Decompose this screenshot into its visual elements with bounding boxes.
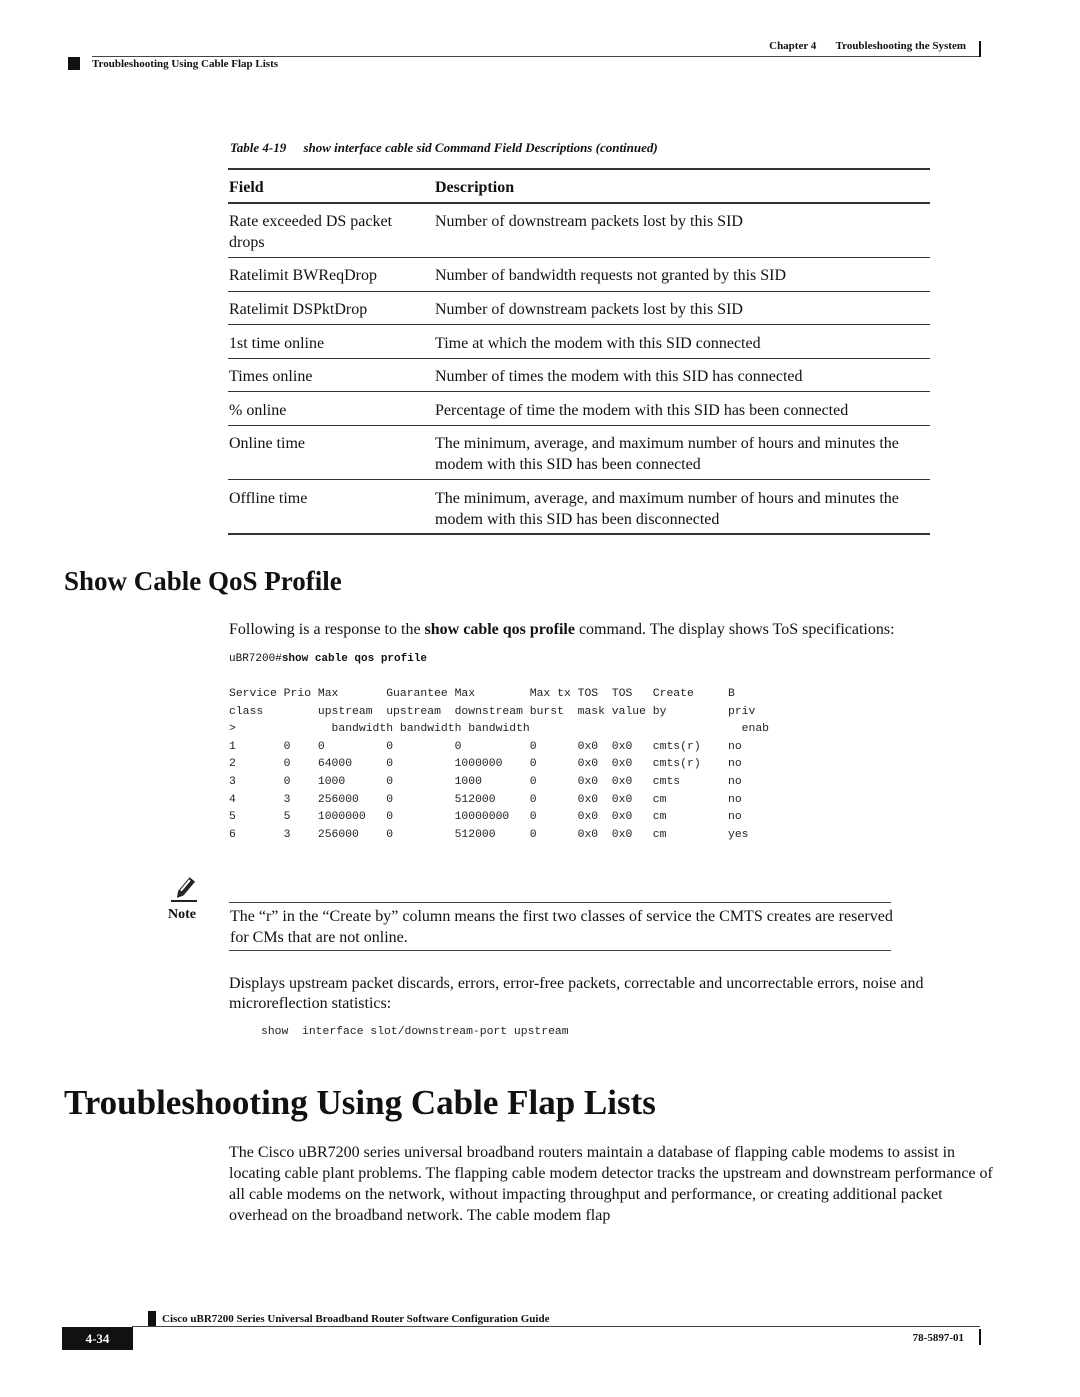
intro-prefix: Following is a response to the bbox=[229, 621, 425, 638]
qos-output-row: 4 3 256000 0 512000 0 0x0 0x0 cm no bbox=[229, 793, 742, 806]
header-right-bar bbox=[979, 41, 981, 57]
column-header-field: Field bbox=[229, 179, 264, 196]
chapter-number: Chapter 4 bbox=[769, 40, 817, 52]
table-row-description: The minimum, average, and maximum number… bbox=[435, 435, 899, 473]
qos-output-row: 3 0 1000 0 1000 0 0x0 0x0 cmts no bbox=[229, 775, 742, 788]
table-top-rule bbox=[228, 168, 930, 170]
note-label: Note bbox=[168, 907, 196, 922]
row-divider bbox=[228, 291, 930, 292]
flap-lists-paragraph: The Cisco uBR7200 series universal broad… bbox=[229, 1144, 993, 1224]
qos-profile-output: Service Prio Max Guarantee Max Max tx TO… bbox=[229, 686, 769, 844]
page-number: 4-34 bbox=[62, 1327, 133, 1350]
cli-command: show cable qos profile bbox=[281, 653, 428, 665]
qos-output-row: 1 0 0 0 0 0 0x0 0x0 cmts(r) no bbox=[229, 740, 742, 753]
pencil-note-icon bbox=[170, 877, 200, 908]
intro-command: show cable qos profile bbox=[424, 621, 575, 638]
intro-suffix: command. The display shows ToS specifica… bbox=[574, 621, 895, 638]
cli-command-line: uBR7200#show cable qos profile bbox=[229, 653, 427, 665]
note-text: The “r” in the “Create by” column means … bbox=[230, 908, 893, 946]
note-bottom-rule bbox=[229, 950, 891, 951]
table-row-field: 1st time online bbox=[229, 335, 325, 352]
cli-prompt: uBR7200# bbox=[229, 653, 282, 665]
document-number: 78-5897-01 bbox=[912, 1332, 964, 1344]
table-row-field: Online time bbox=[229, 435, 305, 452]
chapter-title: Troubleshooting the System bbox=[835, 40, 966, 52]
table-row-field: Ratelimit BWReqDrop bbox=[229, 267, 377, 284]
table-bottom-rule bbox=[228, 533, 930, 535]
footer-guide-title: Cisco uBR7200 Series Universal Broadband… bbox=[162, 1313, 550, 1325]
table-row-description: Time at which the modem with this SID co… bbox=[435, 335, 761, 352]
table-row-field: % online bbox=[229, 402, 287, 419]
footer-right-bar bbox=[979, 1329, 981, 1345]
qos-output-header-line: > bandwidth bandwidth bandwidth enab bbox=[229, 723, 770, 736]
qos-output-row: 2 0 64000 0 1000000 0 0x0 0x0 cmts(r) no bbox=[229, 758, 742, 771]
table-caption: Table 4-19 show interface cable sid Comm… bbox=[230, 140, 658, 156]
qos-output-row: 5 5 1000000 0 10000000 0 0x0 0x0 cm no bbox=[229, 811, 742, 824]
header-left-block bbox=[68, 57, 80, 70]
row-divider bbox=[228, 425, 930, 426]
header-section: Troubleshooting Using Cable Flap Lists bbox=[92, 58, 279, 70]
displays-paragraph: Displays upstream packet discards, error… bbox=[229, 975, 924, 1012]
footer-block bbox=[148, 1311, 156, 1327]
qos-output-header-line: class upstream upstream downstream burst… bbox=[229, 705, 756, 718]
column-header-description: Description bbox=[435, 179, 515, 196]
section-heading-flap-lists: Troubleshooting Using Cable Flap Lists bbox=[64, 1083, 656, 1122]
note-top-rule bbox=[229, 902, 891, 903]
qos-output-row: 6 3 256000 0 512000 0 0x0 0x0 cm yes bbox=[229, 828, 749, 841]
table-row-field: Offline time bbox=[229, 490, 308, 507]
table-row-description: The minimum, average, and maximum number… bbox=[435, 490, 899, 528]
section-heading-qos: Show Cable QoS Profile bbox=[64, 566, 342, 596]
qos-output-header-line: Service Prio Max Guarantee Max Max tx TO… bbox=[229, 688, 735, 700]
table-row-description: Number of bandwidth requests not granted… bbox=[435, 267, 787, 284]
header-chapter: Chapter 4 Troubleshooting the System bbox=[769, 40, 966, 52]
row-divider bbox=[228, 479, 930, 480]
table-row-description: Number of downstream packets lost by thi… bbox=[435, 213, 743, 230]
header-rule bbox=[92, 56, 980, 57]
table-number: Table 4-19 bbox=[230, 140, 287, 155]
table-row-description: Number of times the modem with this SID … bbox=[435, 368, 803, 385]
row-divider bbox=[228, 324, 930, 325]
table-row-description: Percentage of time the modem with this S… bbox=[435, 402, 849, 419]
row-divider bbox=[228, 391, 930, 392]
table-header-rule bbox=[228, 202, 930, 204]
table-row-field: Rate exceeded DS packet drops bbox=[229, 213, 393, 251]
row-divider bbox=[228, 257, 930, 258]
table-caption-text: show interface cable sid Command Field D… bbox=[303, 140, 658, 155]
row-divider bbox=[228, 358, 930, 359]
show-interface-command: show interface slot/downstream-port upst… bbox=[261, 1026, 569, 1038]
qos-intro-paragraph: Following is a response to the show cabl… bbox=[229, 621, 895, 639]
table-row-description: Number of downstream packets lost by thi… bbox=[435, 301, 743, 318]
table-row-field: Times online bbox=[229, 368, 313, 385]
table-row-field: Ratelimit DSPktDrop bbox=[229, 301, 368, 318]
footer-rule bbox=[132, 1326, 980, 1327]
